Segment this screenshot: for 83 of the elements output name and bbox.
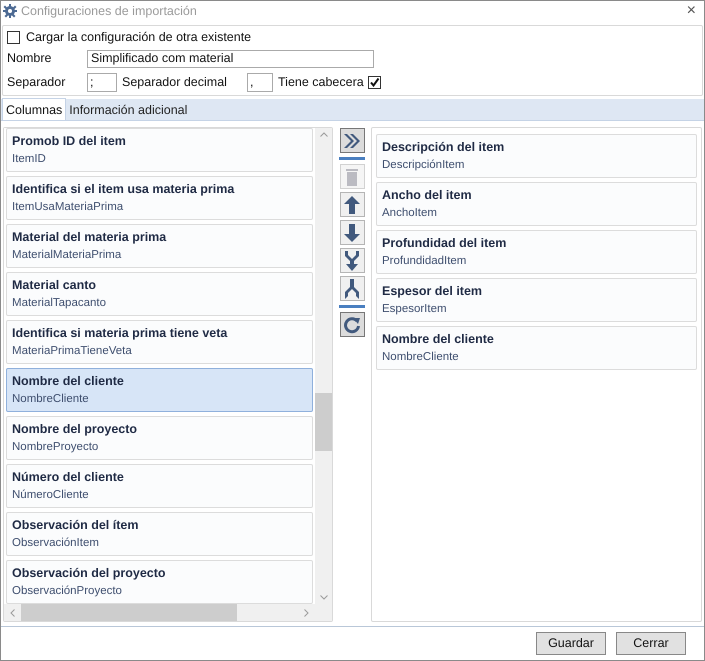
column-title: Nombre del cliente [12, 373, 125, 389]
toolbar-button[interactable] [340, 220, 364, 245]
column-field: ObservaciónProyecto [12, 583, 307, 599]
column-field: AnchoItem [382, 205, 691, 221]
column-title: Material del materia prima [12, 229, 168, 245]
decimal-separator-field[interactable]: , [247, 72, 273, 92]
scroll-left-icon [10, 608, 15, 616]
column-card[interactable]: Promob ID del item ItemID [6, 128, 313, 172]
column-title: Espesor del item [382, 283, 484, 299]
column-title: Nombre del proyecto [12, 421, 138, 437]
column-card[interactable]: Ancho del item AnchoItem [376, 182, 697, 226]
horizontal-scrollbar[interactable] [4, 604, 332, 621]
column-field: ProfundidadItem [382, 253, 691, 269]
column-field: MaterialMateriaPrima [12, 247, 307, 263]
column-card[interactable]: Observación del proyecto ObservaciónProyecto [6, 560, 313, 604]
checkbox-label: Cargar la configuración de otra existente [26, 28, 252, 46]
tab[interactable]: Información adicional [66, 100, 190, 120]
column-card[interactable]: Número del cliente NúmeroCliente [6, 464, 313, 508]
name-label: Nombre [7, 50, 52, 68]
column-field: MaterialTapacanto [12, 295, 307, 311]
column-card[interactable]: Profundidad del item ProfundidadItem [376, 230, 697, 274]
scrollbar-thumb[interactable] [315, 393, 332, 451]
separator-label: Separador [7, 74, 66, 91]
column-title: Ancho del item [382, 187, 473, 203]
column-field: ItemID [12, 151, 307, 167]
column-card[interactable]: Nombre del cliente NombreCliente [6, 368, 313, 412]
column-card[interactable]: Observación del ítem ObservaciónItem [6, 512, 313, 556]
column-card[interactable]: Nombre del proyecto NombreProyecto [6, 416, 313, 460]
scroll-up-icon [320, 132, 328, 137]
scroll-right-icon [304, 608, 309, 616]
checkbox[interactable] [368, 76, 381, 88]
column-title: Observación del proyecto [12, 565, 167, 581]
column-field: EspesorItem [382, 301, 691, 317]
column-title: Descripción del item [382, 139, 506, 155]
decimal-separator-label: Separador decimal [122, 74, 228, 91]
column-field: NombreCliente [382, 349, 691, 365]
refresh-icon [343, 316, 361, 334]
column-card[interactable]: Identifica si materia prima tiene veta MateriaPrimaTieneVeta [6, 320, 313, 364]
column-card[interactable]: Identifica si el item usa materia prima ItemUsaMateriaPrima [6, 176, 313, 220]
column-card[interactable]: Material canto MaterialTapacanto [6, 272, 313, 316]
column-card[interactable]: Descripción del item DescripciónItem [376, 134, 697, 178]
arrow-up-icon [344, 196, 360, 214]
dialog-button[interactable]: Guardar [536, 632, 606, 655]
toolbar-button[interactable] [340, 276, 364, 301]
column-title: Identifica si materia prima tiene veta [12, 325, 228, 341]
column-field: ItemUsaMateriaPrima [12, 199, 307, 215]
column-title: Número del cliente [12, 469, 125, 485]
gear-icon [3, 4, 17, 18]
name-field[interactable]: Simplificado com material [87, 50, 374, 68]
column-field: MateriaPrimaTieneVeta [12, 343, 307, 359]
header-label: Tiene cabecera [278, 74, 364, 91]
tab[interactable]: Columnas [2, 98, 66, 120]
column-title: Promob ID del item [12, 133, 127, 149]
column-card[interactable]: Nombre del cliente NombreCliente [376, 326, 697, 370]
scroll-down-icon [320, 595, 328, 600]
toolbar-button[interactable] [340, 248, 364, 273]
column-title: Observación del ítem [12, 517, 140, 533]
column-field: NombreProyecto [12, 439, 307, 455]
column-title: Profundidad del item [382, 235, 508, 251]
column-card[interactable]: Espesor del item EspesorItem [376, 278, 697, 322]
scrollbar-thumb[interactable] [21, 604, 237, 621]
dialog-button[interactable]: Cerrar [616, 632, 686, 655]
column-field: ObservaciónItem [12, 535, 307, 551]
separator-field[interactable]: ; [87, 72, 117, 92]
arrow-down-icon [344, 224, 360, 242]
toolbar-button[interactable] [340, 192, 364, 217]
split-arrows-icon [344, 278, 360, 298]
vertical-scrollbar[interactable] [315, 128, 332, 604]
column-title: Material canto [12, 277, 98, 293]
column-card[interactable]: Material del materia prima MaterialMateriaPrima [6, 224, 313, 268]
column-title: Nombre del cliente [382, 331, 495, 347]
trash-icon [346, 168, 358, 186]
toolbar-button[interactable] [340, 128, 364, 153]
window-title: Configuraciones de importación [21, 2, 198, 20]
checkbox[interactable] [7, 30, 20, 44]
column-field: NombreCliente [12, 391, 307, 407]
column-field: DescripciónItem [382, 157, 691, 173]
column-title: Identifica si el item usa materia prima [12, 181, 236, 197]
column-field: NúmeroCliente [12, 487, 307, 503]
close-button[interactable]: × [680, 3, 702, 19]
double-chevron-icon [343, 132, 361, 148]
merge-arrows-icon [344, 250, 360, 270]
toolbar-button[interactable] [340, 312, 364, 337]
